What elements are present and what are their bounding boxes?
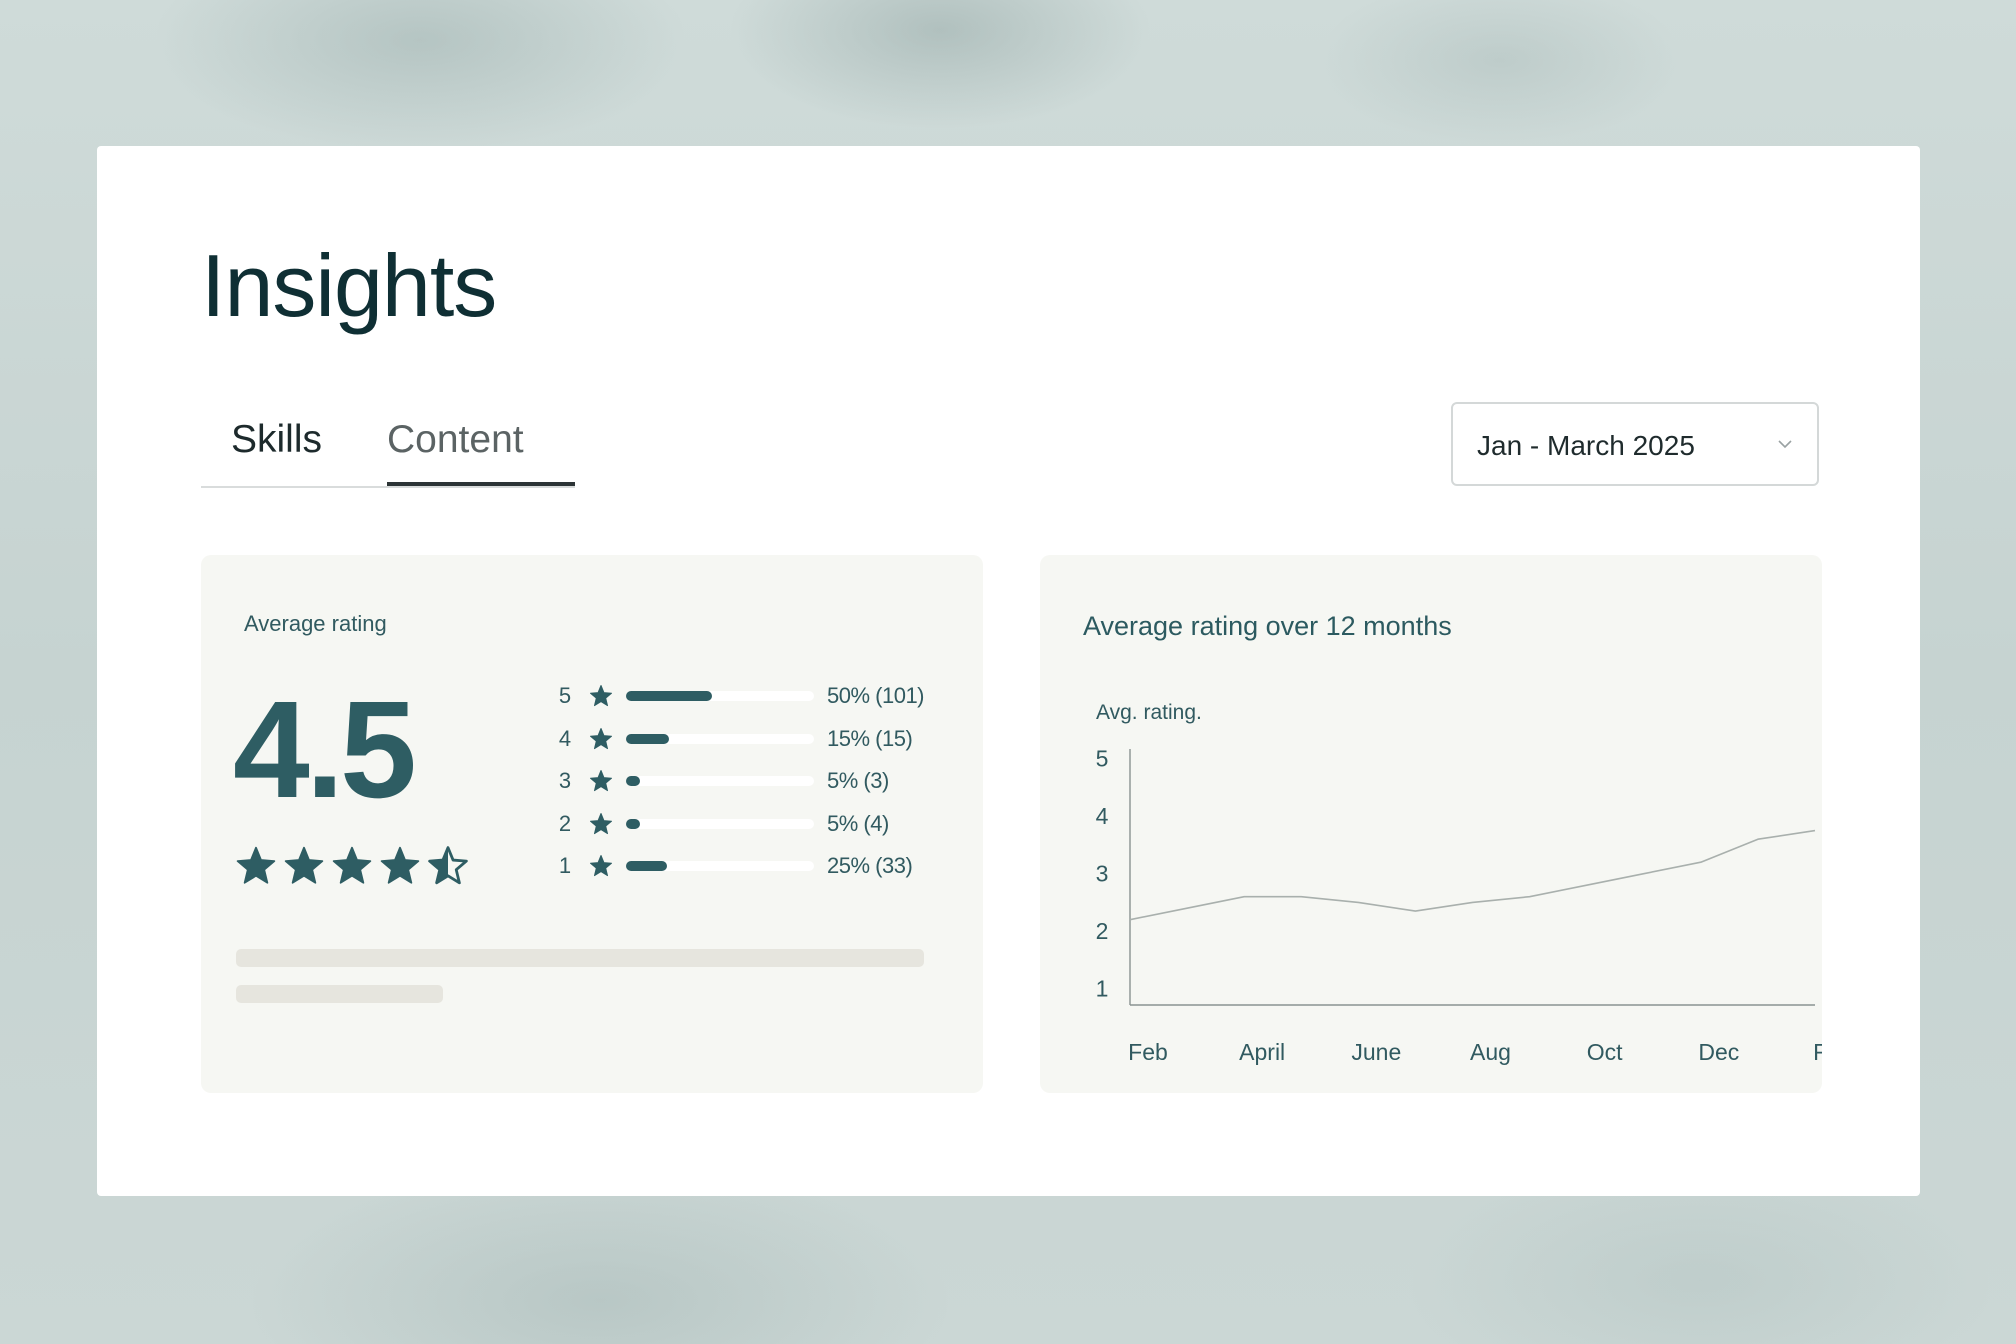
x-tick-label: Dec [1698,1039,1739,1065]
average-rating-value: 4.5 [233,673,417,827]
star-icon [590,855,612,877]
average-rating-panel: Average rating 4.5 5 50% (101) 4 15% (15) 3 5… [201,555,983,1093]
rating-breakdown-row: 1 25% (33) [557,853,957,896]
y-tick-label: 3 [1096,861,1109,887]
y-axis-label: Avg. rating. [1096,701,1202,724]
star-count-label: 2 [558,810,572,836]
star-icon [590,727,612,749]
rating-breakdown-row: 4 15% (15) [557,726,957,769]
x-tick-label: Feb [1813,1039,1822,1065]
y-tick-label: 4 [1096,803,1109,829]
rating-bar-track [626,733,814,744]
rating-percent-label: 15% (15) [827,725,913,751]
rating-distribution: 5 50% (101) 4 15% (15) 3 5% (3) 2 5% (4) 1 25% (3… [557,683,957,896]
rating-bar-fill [626,818,640,829]
star-count-label: 3 [558,768,572,793]
skeleton-line [236,985,443,1003]
star-filled-icon [284,846,324,884]
star-count-label: 5 [558,683,572,708]
page-title: Insights [201,236,497,335]
star-icon [590,685,612,707]
rating-bar-track [626,776,814,786]
series-line [1129,829,1816,921]
x-tick-label: April [1239,1039,1285,1065]
rating-percent-label: 5% (3) [827,768,889,793]
rating-percent-label: 50% (101) [827,683,925,708]
average-rating-label: Average rating [244,611,387,636]
rating-trend-panel: Average rating over 12 months Avg. ratin… [1040,555,1822,1093]
rating-bar-fill [626,733,669,744]
star-half-icon [428,846,468,885]
tab-content[interactable]: Content [387,410,524,486]
insights-card: Insights Skills Content Jan - March 2025… [97,146,1920,1196]
skeleton-line [236,949,924,967]
rating-bar-fill [626,691,712,701]
x-tick-label: Aug [1470,1039,1511,1065]
star-filled-icon [236,846,276,884]
star-icon [590,812,612,834]
star-icon [590,770,612,792]
tab-skills[interactable]: Skills [231,410,322,486]
star-filled-icon [380,846,420,884]
rating-percent-label: 5% (4) [827,810,889,836]
rating-breakdown-row: 2 5% (4) [557,811,957,854]
rating-bar-track [626,818,814,829]
rating-breakdown-row: 3 5% (3) [557,768,957,811]
star-count-label: 4 [558,725,572,751]
date-range-select[interactable]: Jan - March 2025 [1451,402,1819,486]
rating-bar-fill [626,776,640,786]
rating-stars [235,845,475,887]
rating-breakdown-row: 5 50% (101) [557,683,957,726]
x-tick-label: Feb [1128,1039,1168,1065]
date-range-value: Jan - March 2025 [1477,430,1695,461]
active-tab-indicator [387,482,575,486]
chevron-down-icon [1778,440,1792,449]
y-tick-label: 5 [1096,746,1109,772]
x-tick-label: Oct [1587,1039,1623,1065]
rating-bar-track [626,691,814,701]
rating-trend-chart: Avg. rating. 1 2 3 4 5 Feb April June Aug Oct Dec Fe… [1096,701,1822,1065]
tab-bar: Skills Content [201,410,575,488]
y-tick-label: 2 [1096,918,1109,944]
rating-bar-fill [626,861,667,871]
x-tick-label: June [1351,1039,1401,1065]
star-count-label: 1 [558,853,572,878]
rating-bar-track [626,861,814,871]
star-filled-icon [332,846,372,884]
rating-percent-label: 25% (33) [827,853,913,878]
y-tick-label: 1 [1096,976,1109,1002]
